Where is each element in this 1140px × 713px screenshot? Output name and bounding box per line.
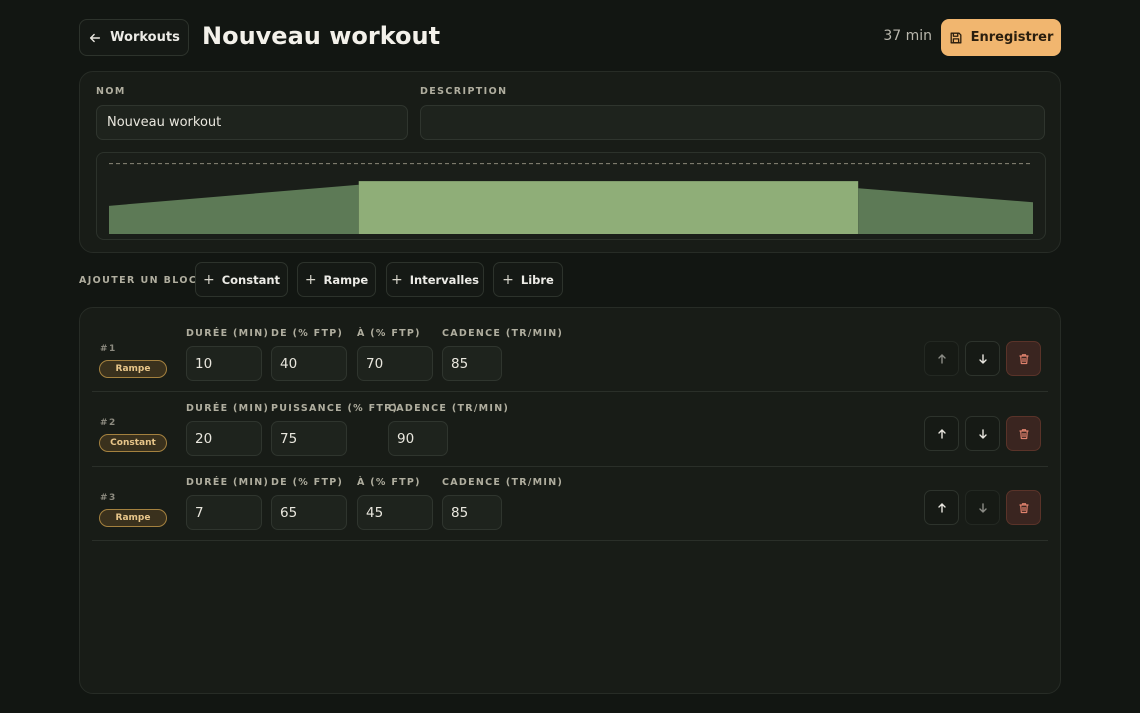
move-up-button[interactable] <box>924 416 959 451</box>
description-label: DESCRIPTION <box>420 86 508 97</box>
add-rampe-button[interactable]: + Rampe <box>297 262 376 297</box>
duration-label: DURÉE (MIN) <box>186 403 270 414</box>
from-label: DE (% FTP) <box>271 477 344 488</box>
save-icon <box>950 32 962 43</box>
block-type-badge: Constant <box>99 434 167 452</box>
profile-segment <box>109 184 359 234</box>
arrow-up-icon <box>937 428 946 439</box>
name-input[interactable] <box>96 105 408 140</box>
block-number: #3 <box>100 493 117 503</box>
delete-block-button[interactable] <box>1006 490 1041 525</box>
name-label: NOM <box>96 86 126 97</box>
from-label: DE (% FTP) <box>271 328 344 339</box>
block-number: #1 <box>100 344 117 354</box>
move-up-button[interactable] <box>924 490 959 525</box>
duration-label: DURÉE (MIN) <box>186 477 270 488</box>
profile-segment <box>858 188 1033 234</box>
add-libre-label: Libre <box>520 272 554 287</box>
save-button[interactable]: Enregistrer <box>941 19 1061 56</box>
add-rampe-label: Rampe <box>323 272 369 287</box>
duration-input[interactable] <box>186 346 262 381</box>
add-intervalles-button[interactable]: + Intervalles <box>386 262 484 297</box>
add-block-bar: AJOUTER UN BLOC : + Constant + Rampe + I… <box>79 262 1061 297</box>
cadence-label: CADENCE (TR/MIN) <box>442 477 564 488</box>
add-block-label: AJOUTER UN BLOC : <box>79 275 208 286</box>
from-input[interactable] <box>271 495 347 530</box>
profile-segment <box>358 181 859 234</box>
block-type-badge: Rampe <box>99 360 167 378</box>
cadence-input[interactable] <box>442 495 502 530</box>
cadence-input[interactable] <box>388 421 448 456</box>
workout-details-card: NOM DESCRIPTION <box>79 71 1061 253</box>
block-number: #2 <box>100 418 117 428</box>
move-down-button[interactable] <box>965 341 1000 376</box>
move-up-button[interactable] <box>924 341 959 376</box>
description-input[interactable] <box>420 105 1045 140</box>
from-input[interactable] <box>271 346 347 381</box>
duration-input[interactable] <box>186 495 262 530</box>
trash-icon <box>1019 428 1028 439</box>
power-input[interactable] <box>271 421 347 456</box>
block-row: #3 Rampe DURÉE (MIN) DE (% FTP) À (% FTP… <box>92 466 1048 541</box>
plus-icon: + <box>202 271 215 288</box>
arrow-down-icon <box>978 428 987 439</box>
total-duration: 37 min <box>883 28 932 44</box>
workout-profile-svg <box>109 163 1033 234</box>
workout-profile-chart <box>96 152 1046 240</box>
arrow-left-icon <box>90 33 101 42</box>
back-button-label: Workouts <box>110 30 180 45</box>
to-input[interactable] <box>357 495 433 530</box>
add-intervalles-label: Intervalles <box>409 272 479 287</box>
arrow-down-icon <box>978 502 987 513</box>
plus-icon: + <box>502 271 514 288</box>
add-libre-button[interactable]: + Libre <box>493 262 563 297</box>
arrow-up-icon <box>937 353 946 364</box>
plus-icon: + <box>391 271 403 288</box>
header: Workouts Nouveau workout 37 min Enregist… <box>79 19 1061 56</box>
power-label: PUISSANCE (% FTP) <box>271 403 399 414</box>
save-button-label: Enregistrer <box>970 30 1054 45</box>
to-input[interactable] <box>357 346 433 381</box>
arrow-down-icon <box>978 353 987 364</box>
move-down-button[interactable] <box>965 490 1000 525</box>
add-constant-button[interactable]: + Constant <box>195 262 288 297</box>
move-down-button[interactable] <box>965 416 1000 451</box>
delete-block-button[interactable] <box>1006 341 1041 376</box>
cadence-label: CADENCE (TR/MIN) <box>442 328 564 339</box>
plus-icon: + <box>304 271 317 288</box>
block-type-badge: Rampe <box>99 509 167 527</box>
duration-label: DURÉE (MIN) <box>186 328 270 339</box>
block-row: #2 Constant DURÉE (MIN) PUISSANCE (% FTP… <box>92 392 1048 467</box>
trash-icon <box>1019 353 1028 364</box>
cadence-label: CADENCE (TR/MIN) <box>388 403 510 414</box>
block-row: #1 Rampe DURÉE (MIN) DE (% FTP) À (% FTP… <box>92 317 1048 392</box>
cadence-input[interactable] <box>442 346 502 381</box>
delete-block-button[interactable] <box>1006 416 1041 451</box>
add-constant-label: Constant <box>221 272 281 287</box>
to-label: À (% FTP) <box>357 477 421 488</box>
blocks-card: #1 Rampe DURÉE (MIN) DE (% FTP) À (% FTP… <box>79 307 1061 694</box>
arrow-up-icon <box>937 502 946 513</box>
duration-input[interactable] <box>186 421 262 456</box>
trash-icon <box>1019 502 1028 513</box>
page-title: Nouveau workout <box>202 22 441 50</box>
to-label: À (% FTP) <box>357 328 421 339</box>
back-to-workouts-button[interactable]: Workouts <box>79 19 189 56</box>
